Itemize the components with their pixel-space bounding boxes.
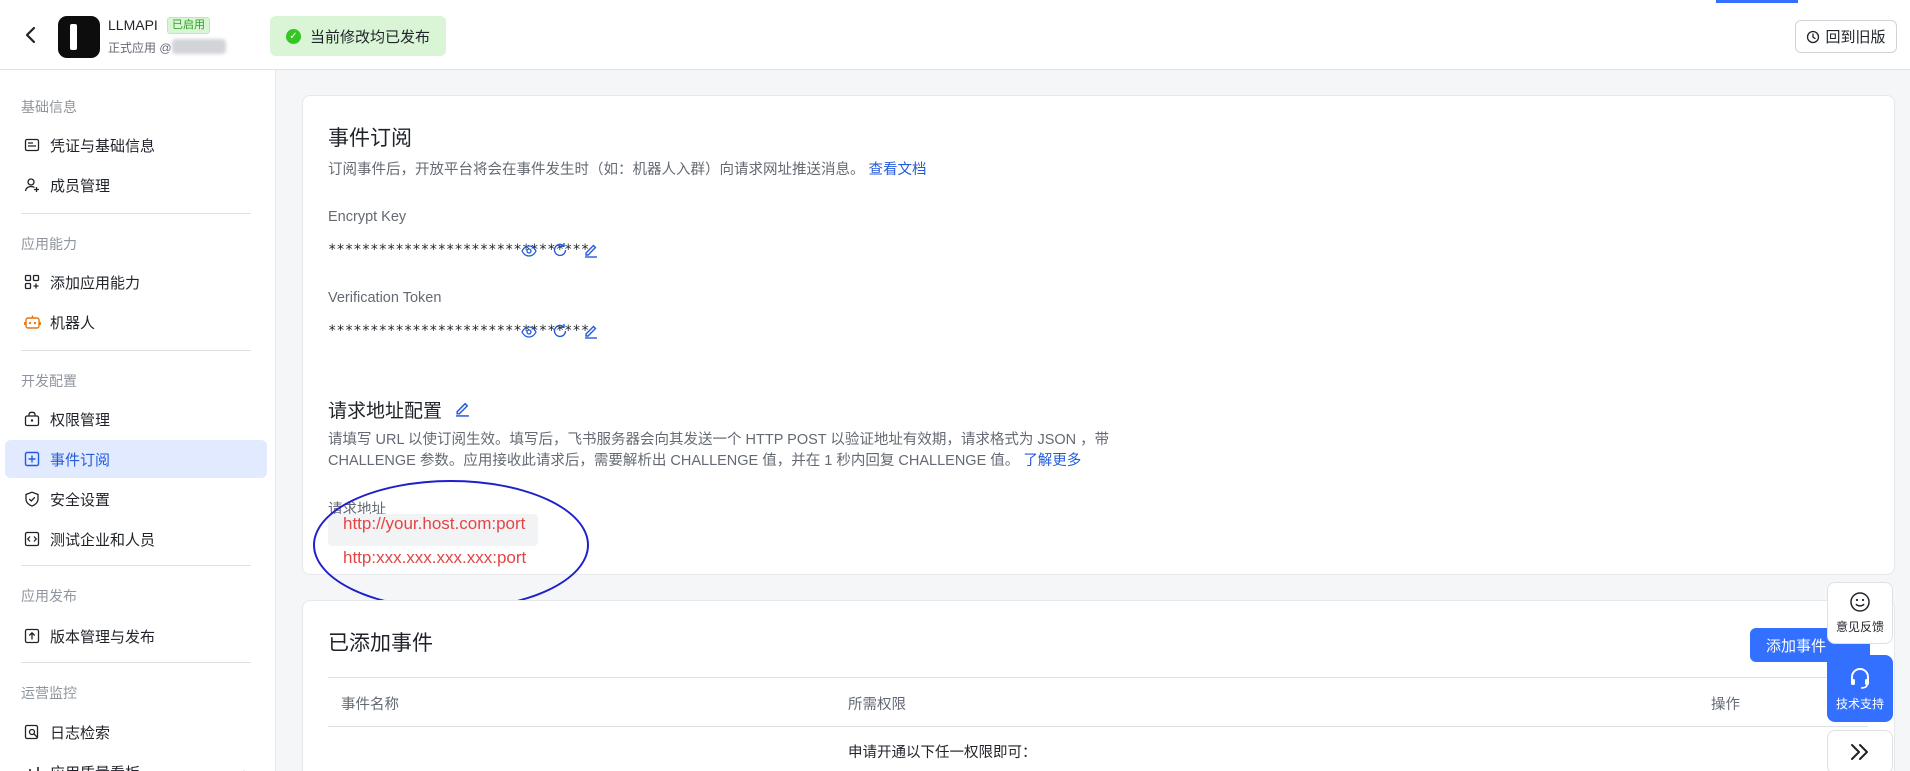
sidebar-item-label: 机器人	[50, 314, 96, 332]
back-button[interactable]	[18, 22, 44, 48]
chart-icon	[23, 763, 41, 771]
sidebar-divider	[21, 565, 251, 566]
sidebar-item-members[interactable]: 成员管理	[5, 166, 267, 204]
sidebar-item-credentials[interactable]: 凭证与基础信息	[5, 126, 267, 164]
collapse-widget-button[interactable]	[1827, 730, 1893, 771]
url-example-ip: http:xxx.xxx.xxx.xxx:port	[343, 548, 527, 567]
sidebar-item-label: 权限管理	[50, 411, 111, 429]
app-name: LLMAPI	[108, 17, 158, 33]
add-event-button-label: 添加事件	[1766, 637, 1827, 655]
edit-icon[interactable]	[453, 399, 471, 417]
url-example-hostname: http://your.host.com:port	[343, 514, 526, 533]
learn-more-link[interactable]: 了解更多	[1023, 453, 1081, 469]
grid-add-icon	[23, 273, 41, 291]
sidebar-item-label: 事件订阅	[50, 451, 111, 469]
request-url-description: 请填写 URL 以使订阅生效。填写后，飞书服务器会向其发送一个 HTTP POS…	[328, 430, 1109, 472]
encrypt-key-label: Encrypt Key	[328, 209, 407, 225]
description-text: 订阅事件后，开放平台将会在事件发生时（如：机器人入群）向请求网址推送消息。	[328, 162, 865, 178]
user-add-icon	[23, 176, 41, 194]
sidebar-group-release: 应用发布	[21, 588, 77, 604]
sidebar-item-security[interactable]: 安全设置	[5, 480, 267, 518]
sidebar-divider	[21, 213, 251, 214]
sidebar-group-basic: 基础信息	[21, 99, 77, 115]
app-owner-redacted	[172, 39, 226, 54]
top-accent-line	[1716, 0, 1798, 3]
added-events-card: 已添加事件 添加事件 事件名称 所需权限 操作 申请开通以下任一权限即可：	[302, 600, 1895, 771]
upload-box-icon	[23, 627, 41, 645]
app-logo	[58, 16, 100, 58]
eye-icon[interactable]	[520, 323, 538, 341]
publish-status: ✓ 当前修改均已发布	[270, 16, 446, 56]
app-type: 正式应用 @	[108, 41, 172, 55]
sidebar-item-version-release[interactable]: 版本管理与发布	[5, 617, 267, 655]
edit-icon[interactable]	[582, 241, 600, 259]
column-header-event-name: 事件名称	[341, 697, 399, 713]
verification-token-label: Verification Token	[328, 290, 442, 306]
sidebar-group-monitoring: 运营监控	[21, 685, 77, 701]
table-row-permission-hint: 申请开通以下任一权限即可：	[848, 745, 1037, 761]
history-icon	[1806, 30, 1820, 44]
lock-box-icon	[23, 410, 41, 428]
top-bar: LLMAPI 已启用 正式应用 @ ✓ 当前修改均已发布 回到旧版	[0, 0, 1910, 70]
column-header-actions: 操作	[1711, 697, 1740, 713]
doc-link[interactable]: 查看文档	[869, 162, 927, 178]
sidebar-item-label: 凭证与基础信息	[50, 137, 156, 155]
publish-status-text: 当前修改均已发布	[310, 28, 431, 46]
sidebar-item-label: 成员管理	[50, 177, 111, 195]
sidebar-item-label: 安全设置	[50, 491, 111, 509]
description-line: CHALLENGE 参数。应用接收此请求后，需要解析出 CHALLENGE 值，…	[328, 453, 1082, 469]
id-card-icon	[23, 136, 41, 154]
event-subscription-card: 事件订阅 订阅事件后，开放平台将会在事件发生时（如：机器人入群）向请求网址推送消…	[302, 95, 1895, 575]
sidebar-item-label: 日志检索	[50, 724, 111, 742]
sidebar: 基础信息 凭证与基础信息 成员管理 应用能力 添加应用能力 机器人 开发配置 权…	[0, 70, 276, 771]
check-circle-icon: ✓	[286, 28, 301, 44]
app-status-badge: 已启用	[167, 17, 210, 34]
double-chevron-right-icon	[1851, 744, 1868, 760]
eye-icon[interactable]	[520, 242, 538, 260]
smile-icon	[1850, 592, 1870, 612]
table-header: 事件名称 所需权限 操作	[328, 677, 1868, 727]
sidebar-divider	[21, 662, 251, 663]
sidebar-item-quality-dashboard[interactable]: 应用质量看板	[5, 753, 267, 771]
sidebar-item-label: 测试企业和人员	[50, 531, 156, 549]
section-description: 订阅事件后，开放平台将会在事件发生时（如：机器人入群）向请求网址推送消息。 查看…	[328, 160, 927, 181]
edit-icon[interactable]	[582, 322, 600, 340]
description-line: 请填写 URL 以使订阅生效。填写后，飞书服务器会向其发送一个 HTTP POS…	[328, 432, 1110, 448]
sidebar-item-event-subscription[interactable]: 事件订阅	[5, 440, 267, 478]
chevron-up-icon	[238, 765, 250, 771]
chevron-left-icon	[25, 26, 36, 44]
sidebar-item-test-tenant[interactable]: 测试企业和人员	[5, 520, 267, 558]
sidebar-item-add-capability[interactable]: 添加应用能力	[5, 263, 267, 301]
support-widget[interactable]: 技术支持	[1827, 655, 1893, 722]
sidebar-item-label: 版本管理与发布	[50, 628, 156, 646]
support-label: 技术支持	[1835, 696, 1884, 711]
section-title: 事件订阅	[328, 127, 412, 150]
headset-icon	[1851, 667, 1869, 689]
revert-button-label: 回到旧版	[1825, 29, 1886, 46]
robot-icon	[23, 313, 41, 331]
sidebar-item-log-search[interactable]: 日志检索	[5, 713, 267, 751]
column-header-permission: 所需权限	[848, 697, 906, 713]
revert-button[interactable]: 回到旧版	[1795, 20, 1897, 53]
request-url-config-title: 请求地址配置	[328, 401, 443, 422]
sidebar-item-label: 添加应用能力	[50, 274, 141, 292]
event-subscribe-icon	[23, 450, 41, 468]
shield-check-icon	[23, 490, 41, 508]
sidebar-group-dev-config: 开发配置	[21, 373, 77, 389]
code-box-icon	[23, 530, 41, 548]
sidebar-item-label: 应用质量看板	[50, 762, 140, 771]
sidebar-group-capabilities: 应用能力	[21, 236, 77, 252]
refresh-icon[interactable]	[551, 241, 569, 259]
refresh-icon[interactable]	[551, 322, 569, 340]
added-events-title: 已添加事件	[328, 632, 433, 655]
sidebar-item-robot[interactable]: 机器人	[5, 303, 267, 341]
feedback-label: 意见反馈	[1835, 620, 1884, 634]
log-search-icon	[23, 723, 41, 741]
sidebar-divider	[21, 350, 251, 351]
feedback-widget[interactable]: 意见反馈	[1827, 582, 1893, 644]
sidebar-item-permissions[interactable]: 权限管理	[5, 400, 267, 438]
